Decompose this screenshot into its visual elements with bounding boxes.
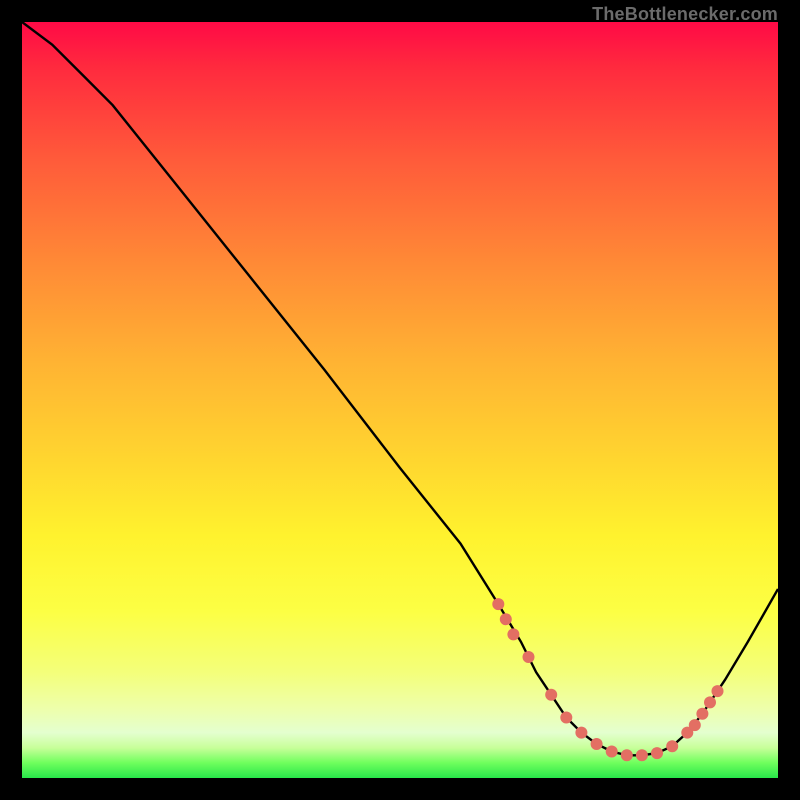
marker-dot: [689, 719, 701, 731]
marker-dot: [666, 740, 678, 752]
marker-dot: [560, 712, 572, 724]
marker-dot: [575, 727, 587, 739]
curve-line: [22, 22, 778, 755]
marker-dot: [621, 749, 633, 761]
marker-dot: [681, 727, 693, 739]
marker-dot: [507, 628, 519, 640]
curve-markers: [492, 598, 723, 761]
chart-root: TheBottlenecker.com: [0, 0, 800, 800]
marker-dot: [492, 598, 504, 610]
marker-dot: [696, 708, 708, 720]
marker-dot: [606, 746, 618, 758]
marker-dot: [545, 689, 557, 701]
marker-dot: [523, 651, 535, 663]
marker-dot: [704, 696, 716, 708]
marker-dot: [651, 747, 663, 759]
marker-dot: [636, 749, 648, 761]
marker-dot: [500, 613, 512, 625]
marker-dot: [591, 738, 603, 750]
marker-dot: [712, 685, 724, 697]
chart-curve: [22, 22, 778, 778]
chart-plot-area: [22, 22, 778, 778]
watermark-text: TheBottlenecker.com: [592, 4, 778, 25]
